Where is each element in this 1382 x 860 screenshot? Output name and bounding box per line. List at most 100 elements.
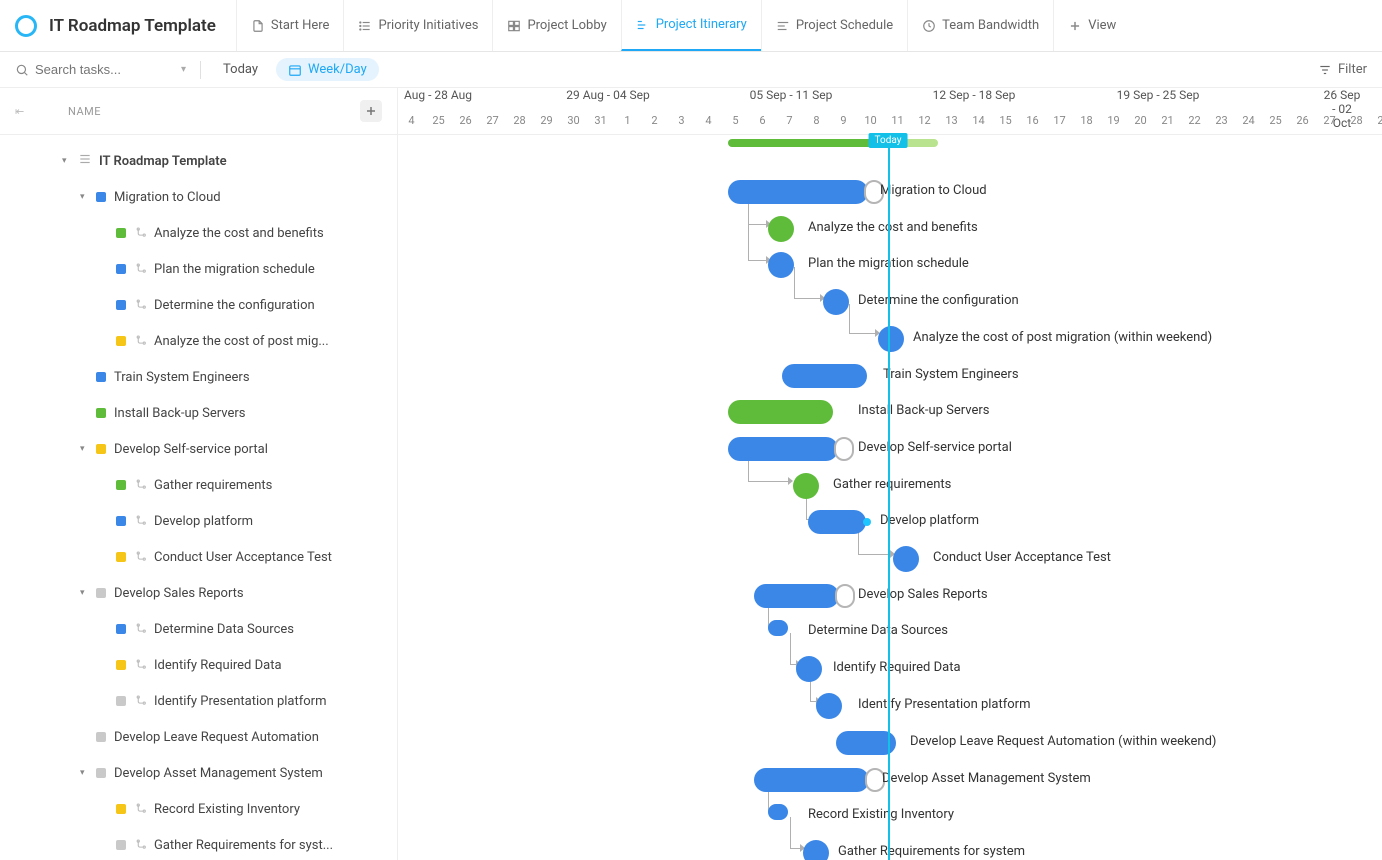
weekday-label: Week/Day <box>308 62 367 77</box>
day-label: 1 <box>614 114 641 127</box>
status-dot <box>116 660 126 670</box>
collapse-icon[interactable]: ⇤ <box>15 105 33 118</box>
filter-button[interactable]: Filter <box>1318 62 1367 77</box>
tree-row[interactable]: ▾Analyze the cost and benefits <box>0 215 397 251</box>
tab-project-schedule[interactable]: Project Schedule <box>761 0 907 51</box>
tree-row[interactable]: ▾Determine the configuration <box>0 287 397 323</box>
tree-row[interactable]: ▾Develop Sales Reports <box>0 575 397 611</box>
search-input[interactable] <box>35 62 175 77</box>
gantt-task-circle[interactable] <box>893 546 919 572</box>
gantt-panel[interactable]: Aug - 28 Aug29 Aug - 04 Sep05 Sep - 11 S… <box>398 88 1382 860</box>
weekday-button[interactable]: Week/Day <box>276 58 379 81</box>
gantt-task-label: Gather requirements <box>833 477 951 492</box>
gantt-task-circle[interactable] <box>796 656 822 682</box>
tree-row[interactable]: ▾Gather Requirements for syst... <box>0 827 397 860</box>
tab-team-bandwidth[interactable]: Team Bandwidth <box>907 0 1053 51</box>
gantt-bar[interactable] <box>782 364 867 388</box>
caret-icon[interactable]: ▾ <box>80 588 90 598</box>
status-dot <box>116 228 126 238</box>
gantt-bar[interactable] <box>836 731 896 755</box>
calendar-icon <box>288 63 302 77</box>
gantt-bar[interactable] <box>754 768 869 792</box>
gantt-bar[interactable] <box>768 804 788 820</box>
tree-row[interactable]: ▾IT Roadmap Template <box>0 143 397 179</box>
gantt-body[interactable]: TodayMigration to CloudAnalyze the cost … <box>398 135 1382 860</box>
today-marker <box>888 133 890 860</box>
gantt-task-circle[interactable] <box>823 289 849 315</box>
tab-start-here[interactable]: Start Here <box>236 0 344 51</box>
gantt-task-circle[interactable] <box>793 473 819 499</box>
gantt-bar[interactable] <box>728 437 838 461</box>
tree-row[interactable]: ▾Install Back-up Servers <box>0 395 397 431</box>
caret-icon[interactable]: ▾ <box>62 156 72 166</box>
status-dot <box>116 480 126 490</box>
gantt-bar[interactable] <box>808 510 866 534</box>
day-label: 13 <box>938 114 965 127</box>
day-label: 25 <box>425 114 452 127</box>
tab-label: Project Lobby <box>527 18 606 33</box>
list-icon <box>78 152 92 170</box>
gantt-bar-cap <box>835 584 855 608</box>
tree-label: Migration to Cloud <box>114 190 221 205</box>
gantt-task-label: Train System Engineers <box>883 367 1019 382</box>
today-button[interactable]: Today <box>215 58 266 81</box>
gantt-task-circle[interactable] <box>878 326 904 352</box>
tab-priority-initiatives[interactable]: Priority Initiatives <box>343 0 492 51</box>
tab-label: Project Itinerary <box>656 17 747 32</box>
tree-row[interactable]: ▾Plan the migration schedule <box>0 251 397 287</box>
add-task-button[interactable] <box>360 100 382 122</box>
subtask-icon <box>134 838 148 852</box>
gantt-task-circle[interactable] <box>768 252 794 278</box>
caret-icon[interactable]: ▾ <box>80 192 90 202</box>
gantt-task-label: Develop Self-service portal <box>858 440 1012 455</box>
subtask-icon <box>134 802 148 816</box>
gantt-task-label: Gather Requirements for system <box>838 844 1025 859</box>
gantt-task-circle[interactable] <box>816 693 842 719</box>
status-dot <box>96 408 106 418</box>
caret-icon[interactable]: ▾ <box>80 768 90 778</box>
tree-label: Gather Requirements for syst... <box>154 838 333 853</box>
tab-view[interactable]: View <box>1053 0 1130 51</box>
gantt-task-circle[interactable] <box>803 840 829 860</box>
subtask-icon <box>134 262 148 276</box>
gantt-bar[interactable] <box>754 584 839 608</box>
tab-project-itinerary[interactable]: Project Itinerary <box>621 0 761 51</box>
tree-row[interactable]: ▾Develop Leave Request Automation <box>0 719 397 755</box>
dependency-connector <box>790 633 796 665</box>
day-label: 29 <box>533 114 560 127</box>
search[interactable]: ▾ <box>15 62 186 77</box>
tree-row[interactable]: ▾Develop Self-service portal <box>0 431 397 467</box>
gantt-bar[interactable] <box>768 620 788 636</box>
week-label: 29 Aug - 04 Sep <box>566 88 650 102</box>
gantt-task-label: Conduct User Acceptance Test <box>933 550 1111 565</box>
day-label: 28 <box>506 114 533 127</box>
filter-label: Filter <box>1338 62 1367 77</box>
day-label: 9 <box>830 114 857 127</box>
tree-row[interactable]: ▾Gather requirements <box>0 467 397 503</box>
tree-row[interactable]: ▾Determine Data Sources <box>0 611 397 647</box>
tree-row[interactable]: ▾Identify Required Data <box>0 647 397 683</box>
tab-project-lobby[interactable]: Project Lobby <box>492 0 620 51</box>
tree-row[interactable]: ▾ Migration to Cloud <box>0 179 397 215</box>
gantt-task-circle[interactable] <box>768 216 794 242</box>
tree-label: Conduct User Acceptance Test <box>154 550 332 565</box>
tab-icon <box>358 19 372 33</box>
gantt-bar[interactable] <box>728 400 833 424</box>
caret-icon[interactable]: ▾ <box>80 444 90 454</box>
tree-label: Develop platform <box>154 514 253 529</box>
toolbar: ▾ Today Week/Day Filter <box>0 52 1382 88</box>
tree-row[interactable]: ▾Train System Engineers <box>0 359 397 395</box>
status-dot <box>116 696 126 706</box>
tree-row[interactable]: ▾Identify Presentation platform <box>0 683 397 719</box>
day-label: 25 <box>1262 114 1289 127</box>
chevron-down-icon[interactable]: ▾ <box>181 64 186 75</box>
day-label: 7 <box>776 114 803 127</box>
gantt-bar[interactable] <box>728 180 868 204</box>
tree-row[interactable]: ▾Analyze the cost of post mig... <box>0 323 397 359</box>
day-label: 20 <box>1127 114 1154 127</box>
tree-row[interactable]: ▾Develop Asset Management System <box>0 755 397 791</box>
tree-row[interactable]: ▾Record Existing Inventory <box>0 791 397 827</box>
day-label: 17 <box>1046 114 1073 127</box>
tree-row[interactable]: ▾Develop platform <box>0 503 397 539</box>
tree-row[interactable]: ▾Conduct User Acceptance Test <box>0 539 397 575</box>
